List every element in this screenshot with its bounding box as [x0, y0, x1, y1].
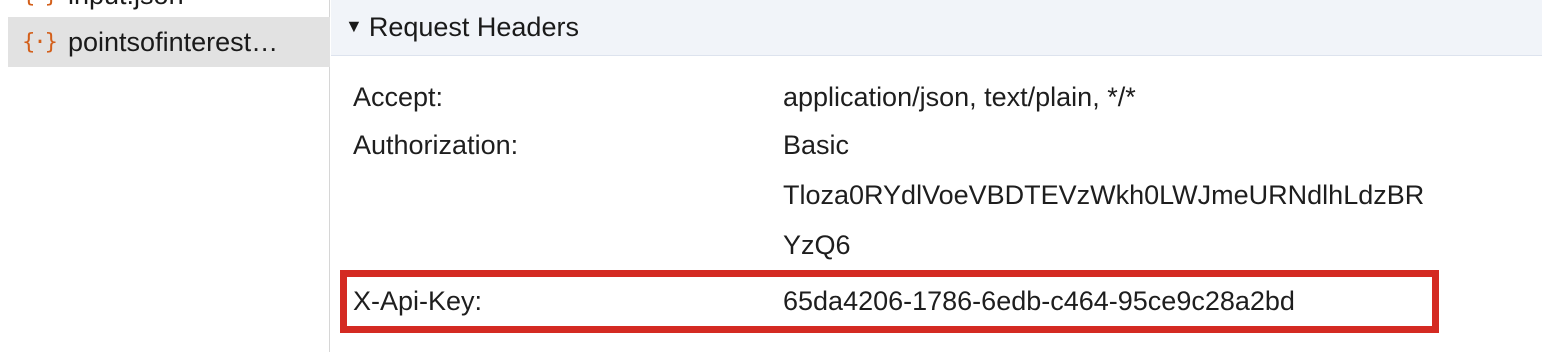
header-value: application/json, text/plain, */*: [783, 82, 1136, 112]
detail-pane: ▼ Request Headers Accept: application/js…: [331, 0, 1542, 352]
file-list-sidebar: {·} input.json {·} pointsofinterest…: [0, 0, 330, 352]
header-value-line: Tloza0RYdlVoeVBDTEVzWkh0LWJmeURNdlhLdzBR: [783, 180, 1425, 210]
header-value-line: YzQ6: [783, 230, 851, 260]
request-headers-section-header[interactable]: ▼ Request Headers: [331, 0, 1542, 56]
header-name: Authorization:: [353, 130, 519, 160]
sidebar-item-label: input.json: [68, 0, 184, 11]
json-file-icon: {·}: [22, 29, 58, 55]
sidebar-item-label: pointsofinterest…: [68, 26, 279, 57]
header-name: X-Api-Key:: [353, 286, 483, 316]
disclosure-triangle-icon[interactable]: ▼: [345, 16, 363, 37]
section-title: Request Headers: [368, 12, 579, 42]
header-name: Accept:: [353, 82, 444, 112]
header-value: 65da4206-1786-6edb-c464-95ce9c28a2bd: [783, 286, 1295, 316]
sidebar-item-pointsofinterest[interactable]: {·} pointsofinterest…: [8, 17, 330, 67]
request-inspector: {·} input.json {·} pointsofinterest… ▼ R…: [0, 0, 1542, 352]
json-file-icon: {·}: [22, 0, 58, 8]
header-value-line: Basic: [783, 130, 850, 160]
